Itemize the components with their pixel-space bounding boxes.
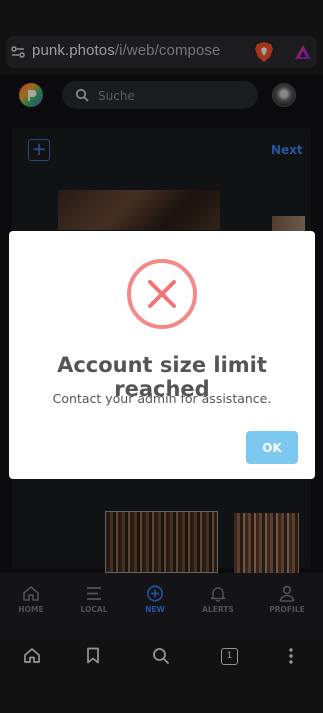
error-dialog: Account size limit reached Contact your … (9, 231, 315, 479)
ok-button[interactable]: OK (246, 431, 298, 464)
error-x-icon (126, 258, 198, 334)
dialog-message: Contact your admin for assistance. (52, 391, 272, 406)
